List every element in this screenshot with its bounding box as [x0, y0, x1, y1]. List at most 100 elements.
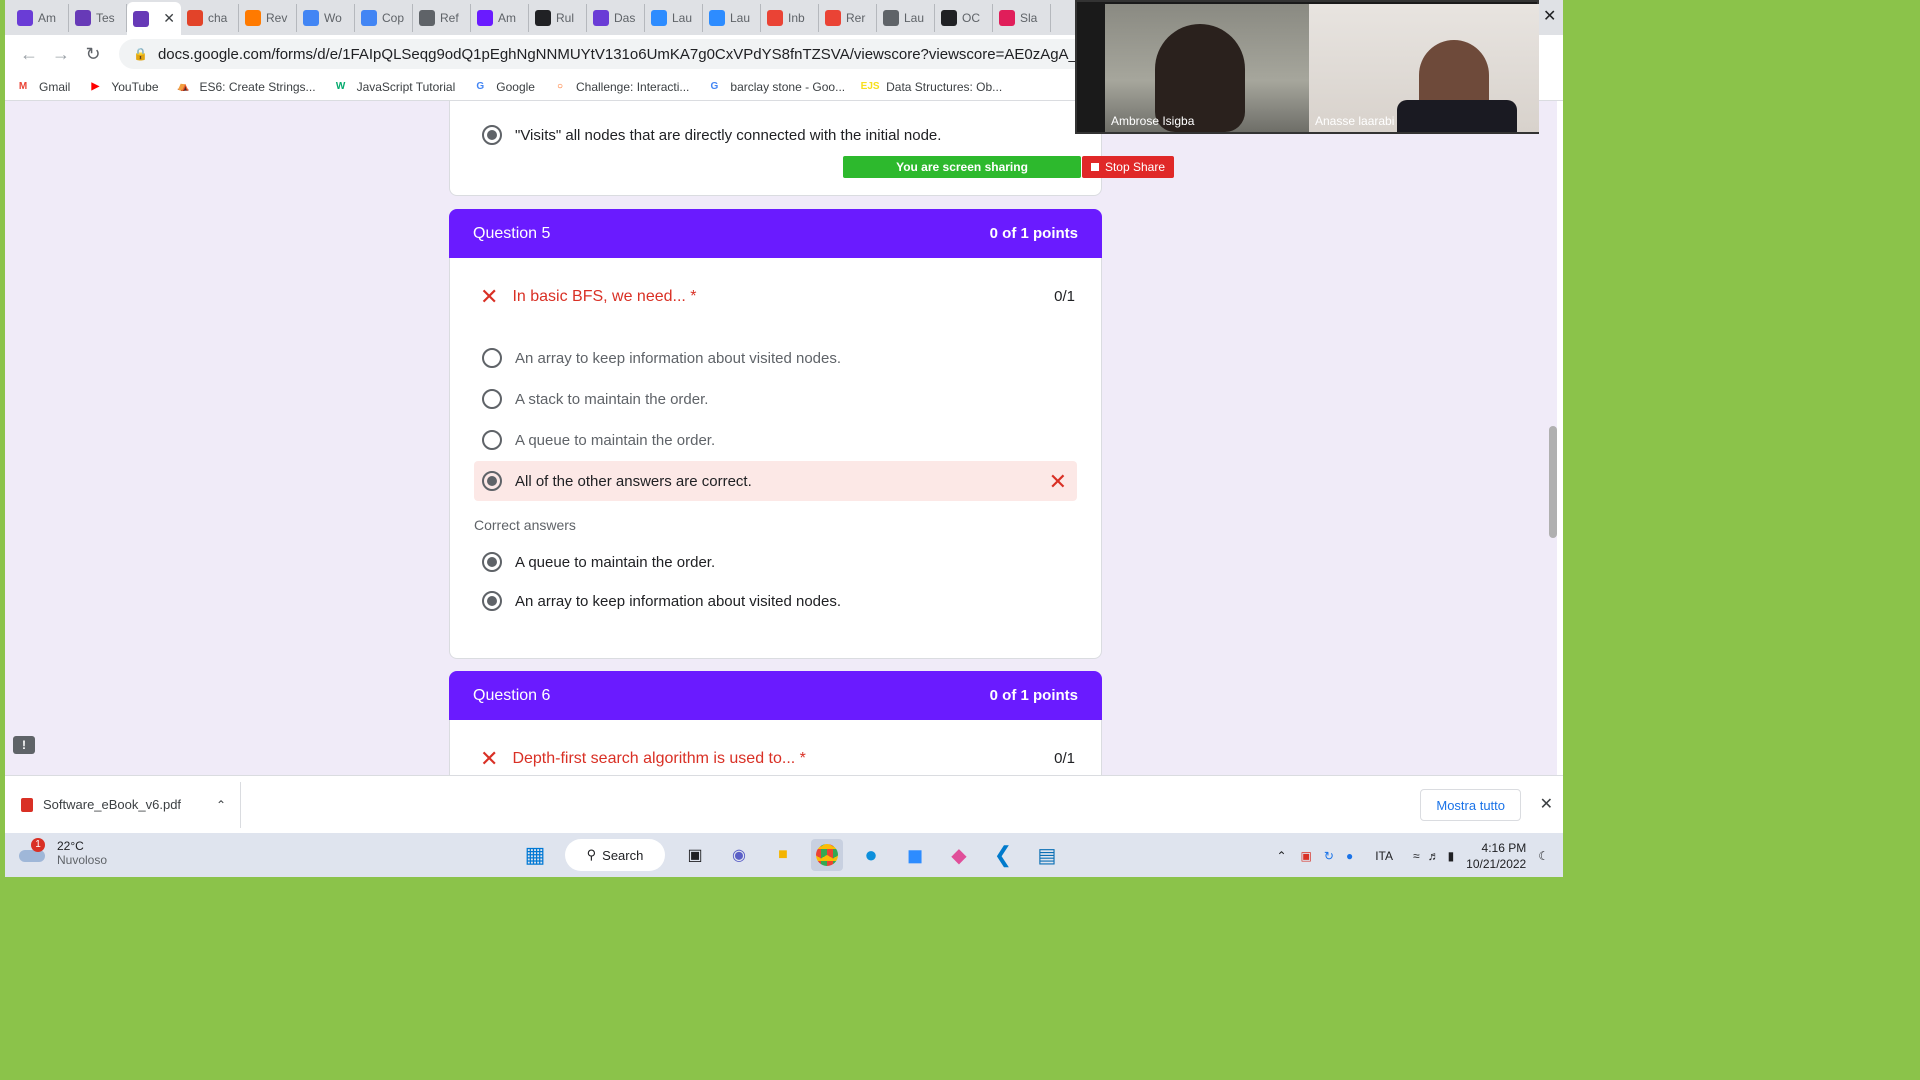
browser-tab[interactable]: ✕	[127, 2, 181, 35]
browser-tab[interactable]: Das	[587, 3, 645, 32]
bookmark-item[interactable]: M Gmail	[15, 80, 71, 94]
bookmark-item[interactable]: W JavaScript Tutorial	[333, 80, 455, 94]
show-all-button[interactable]: Mostra tutto	[1420, 789, 1521, 821]
chevron-up-icon[interactable]: ⌃	[216, 798, 226, 812]
battery-icon[interactable]: ▮	[1448, 849, 1455, 863]
zoom-icon[interactable]: ◼	[899, 839, 931, 871]
tab-favicon-icon	[477, 9, 493, 26]
bookmark-label: Google	[496, 79, 535, 94]
file-explorer-icon[interactable]: ■	[767, 839, 799, 871]
browser-tab[interactable]: Inb	[761, 3, 819, 32]
browser-tab[interactable]: Lau	[877, 3, 935, 32]
bookmark-item[interactable]: ▶ YouTube	[87, 80, 158, 94]
tab-label: OC	[962, 10, 980, 25]
microphone-icon[interactable]: ●	[1346, 849, 1353, 863]
page-scrollbar[interactable]	[1549, 426, 1557, 538]
tab-favicon-icon	[883, 9, 899, 26]
radio-selected-icon	[482, 591, 502, 611]
speaker-icon[interactable]: ♬	[1428, 849, 1440, 863]
back-arrow-icon[interactable]: ←	[15, 40, 43, 68]
bookmark-item[interactable]: Gbarclay stone - Goo...	[706, 80, 846, 94]
bookmark-item[interactable]: ○ Challenge: Interacti...	[552, 80, 689, 94]
language-indicator[interactable]: ITA	[1375, 849, 1393, 863]
browser-tab[interactable]: Am	[11, 3, 69, 32]
tab-favicon-icon	[941, 9, 957, 26]
close-downloads-icon[interactable]: ✕	[1540, 794, 1553, 814]
bookmark-item[interactable]: EJS Data Structures: Ob...	[860, 80, 1003, 94]
browser-tab[interactable]: Tes	[69, 3, 127, 32]
search-label: Search	[602, 847, 644, 863]
notepad-icon[interactable]: ▤	[1031, 839, 1063, 871]
browser-tab[interactable]: Ref	[413, 3, 471, 32]
vscode-icon[interactable]: ❮	[987, 839, 1019, 871]
pdf-icon	[21, 797, 33, 812]
tab-label: Am	[38, 10, 56, 25]
browser-tab[interactable]: Sla	[993, 3, 1051, 32]
question-number: Question 6	[473, 686, 551, 704]
browser-tab[interactable]: Rul	[529, 3, 587, 32]
chevron-up-icon[interactable]: ⌃	[1276, 849, 1286, 863]
tab-label: Lau	[904, 10, 925, 25]
radio-empty-icon	[482, 430, 502, 450]
incorrect-x-icon: ✕	[480, 746, 499, 771]
reload-icon[interactable]: ↻	[79, 40, 107, 68]
video-tile[interactable]: Ambrose Isigba	[1105, 4, 1335, 132]
browser-tab[interactable]: OC	[935, 3, 993, 32]
edge-icon[interactable]: ●	[855, 839, 887, 871]
zoom-video-panel[interactable]: Ambrose Isigba Anasse laarabi	[1075, 0, 1539, 134]
tab-label: cha	[208, 10, 228, 25]
task-view-icon[interactable]: ▣	[679, 839, 711, 871]
windows-taskbar: 1 22°C Nuvoloso ▦ ⚲ Search ▣ ◉ ■ ● ◼ ◆ ❮…	[5, 833, 1563, 877]
close-tab-icon[interactable]: ✕	[163, 10, 175, 27]
correct-answer-option: An array to keep information about visit…	[482, 591, 841, 611]
windows-start-icon[interactable]: ▦	[519, 839, 551, 871]
acrobat-icon[interactable]: ▣	[1301, 849, 1312, 863]
stop-share-button[interactable]: Stop Share	[1082, 156, 1174, 178]
tab-label: Rev	[266, 10, 288, 25]
tab-favicon-icon	[593, 9, 609, 26]
bookmark-favicon-icon: W	[335, 81, 346, 92]
download-item[interactable]: Software_eBook_v6.pdf ⌃	[5, 781, 241, 828]
bookmark-item[interactable]: G Google	[472, 80, 535, 94]
feedback-icon[interactable]: !	[13, 736, 35, 754]
chrome-icon[interactable]	[811, 839, 843, 871]
clock[interactable]: 4:16 PM 10/21/2022	[1466, 840, 1526, 872]
bookmark-item[interactable]: ⛺ ES6: Create Strings...	[176, 80, 315, 94]
wrong-answer-x-icon: ✕	[1048, 469, 1067, 494]
taskbar-search[interactable]: ⚲ Search	[565, 839, 665, 871]
browser-tab[interactable]: cha	[181, 3, 239, 32]
correct-answer-option: A queue to maintain the order.	[482, 552, 715, 572]
tab-label: Sla	[1020, 10, 1038, 25]
question-header: Question 5 0 of 1 points	[449, 209, 1102, 258]
forward-arrow-icon[interactable]: →	[47, 40, 75, 68]
browser-tab[interactable]: Rev	[239, 3, 297, 32]
address-bar[interactable]: 🔒 docs.google.com/forms/d/e/1FAIpQLSeqg9…	[119, 39, 1169, 69]
screen-share-label: You are screen sharing	[896, 160, 1028, 174]
browser-tab[interactable]: Lau	[645, 3, 703, 32]
close-window-icon[interactable]: ✕	[1543, 6, 1556, 26]
teams-chat-icon[interactable]: ◉	[723, 839, 755, 871]
tab-favicon-icon	[825, 9, 841, 26]
video-tile[interactable]: Anasse laarabi	[1309, 4, 1539, 132]
notifications-icon[interactable]: ☾	[1538, 849, 1549, 863]
question-text: Depth-first search algorithm is used to.…	[512, 750, 806, 767]
app-icon[interactable]: ◆	[943, 839, 975, 871]
tab-favicon-icon	[535, 9, 551, 26]
show-all-label: Mostra tutto	[1436, 797, 1505, 813]
answer-option: A queue to maintain the order.	[482, 430, 715, 450]
bookmark-favicon-icon: EJS	[860, 81, 880, 92]
browser-tab[interactable]: Wo	[297, 3, 355, 32]
browser-tab[interactable]: Cop	[355, 3, 413, 32]
weather-widget[interactable]: 1 22°C Nuvoloso	[19, 838, 107, 867]
screen-share-banner[interactable]: You are screen sharing	[843, 156, 1081, 178]
browser-tab[interactable]: Am	[471, 3, 529, 32]
participant-name: Anasse laarabi	[1315, 114, 1395, 128]
bookmark-favicon-icon: ⛺	[177, 81, 190, 92]
wifi-icon[interactable]: ≈	[1413, 849, 1420, 863]
sync-icon[interactable]: ↻	[1324, 849, 1334, 863]
weather-badge: 1	[31, 838, 45, 852]
browser-tab[interactable]: Rer	[819, 3, 877, 32]
browser-tab[interactable]: Lau	[703, 3, 761, 32]
bookmark-favicon-icon: G	[710, 81, 719, 92]
option-label: "Visits" all nodes that are directly con…	[515, 126, 942, 144]
